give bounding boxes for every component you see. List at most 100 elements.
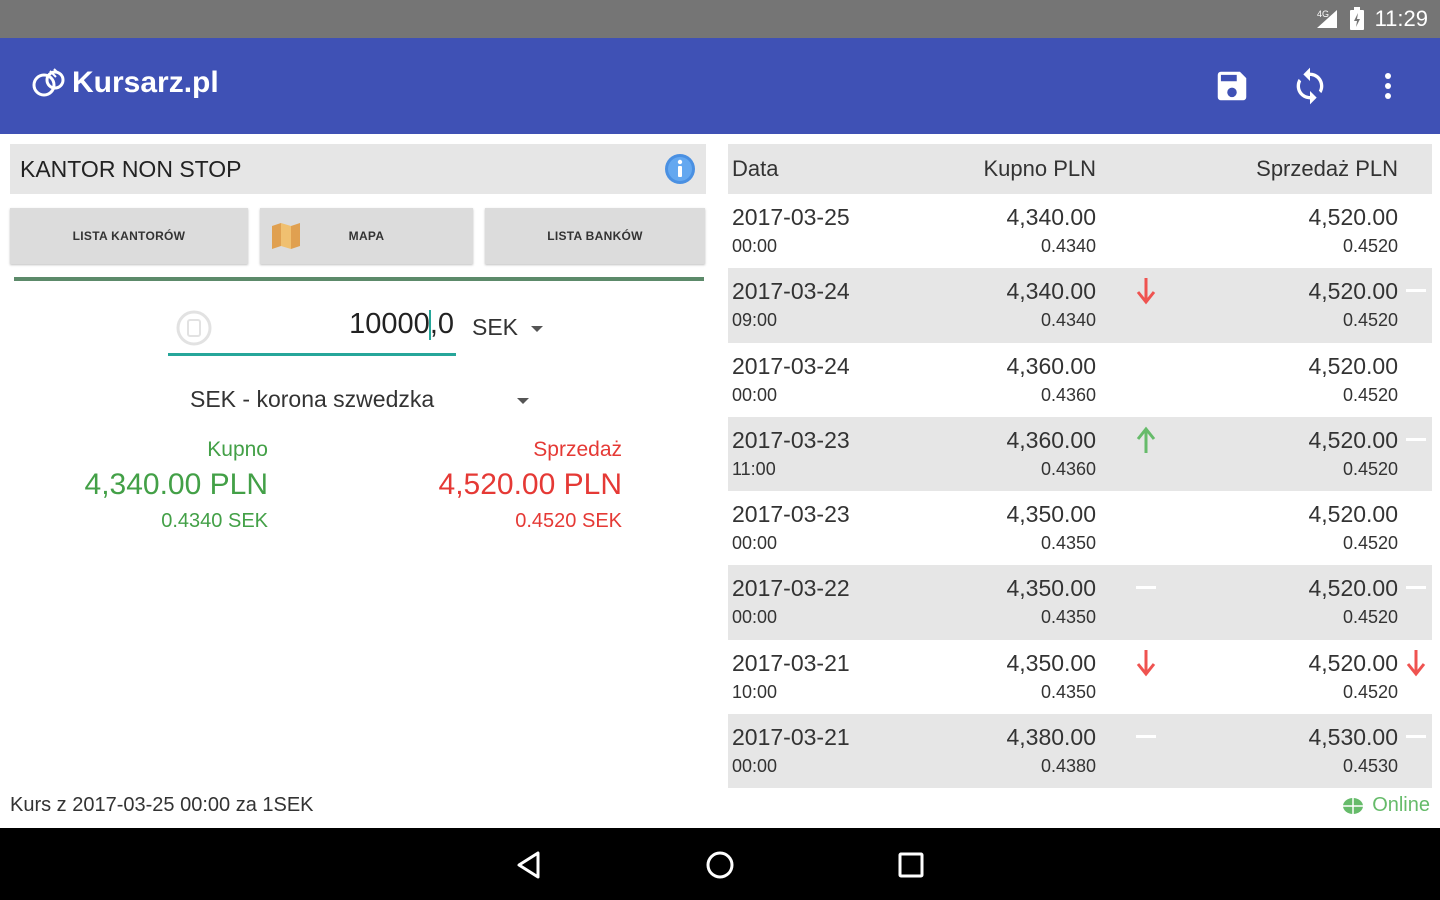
map-label: MAPA [348,229,385,243]
row-date: 2017-03-21 [732,649,850,676]
status-time: 11:29 [1374,6,1428,31]
sell-down-arrow-icon [1406,649,1426,677]
rate-note: Kurs z 2017-03-25 00:00 za 1SEK [10,794,314,816]
row-time: 11:00 [732,458,776,479]
currency-code-selector[interactable]: SEK [472,314,518,341]
row-date: 2017-03-23 [732,426,850,453]
map-icon [272,223,300,249]
system-nav-bar [0,828,1440,900]
sell-flat-icon [1406,289,1426,293]
row-buy-trend [1134,648,1158,678]
action-buttons: LISTA KANTORÓW MAPA LISTA BANKÓW [10,208,706,264]
info-icon[interactable] [664,153,696,185]
table-body[interactable]: 2017-03-25 00:00 4,340.00 0.4340 4,520.00 0.4… [728,194,1432,789]
save-button[interactable] [1210,64,1254,108]
row-date: 2017-03-22 [732,575,850,602]
row-sell-value: 4,520.00 [1308,352,1398,379]
amount-value[interactable]: 10000,0 [349,308,454,341]
row-date: 2017-03-21 [732,724,850,751]
row-sell-rate: 0.4520 [1342,236,1398,256]
sell-flat-icon [1406,735,1426,739]
app-title: Kursarz.pl [32,66,219,100]
amount-field[interactable]: 10000,0 [168,300,456,356]
row-sell-value: 4,520.00 [1308,649,1398,676]
table-row[interactable]: 2017-03-22 00:00 4,350.00 0.4350 4,520.00 0.4… [728,565,1432,640]
svg-text:4G: 4G [1317,9,1329,19]
app-title-text: Kursarz.pl [72,66,219,99]
row-buy-rate: 0.4340 [1040,236,1096,256]
buy-flat-icon [1136,586,1156,590]
chevron-down-icon[interactable] [516,396,530,406]
row-time: 10:00 [732,681,778,702]
row-buy-trend [1134,202,1158,232]
table-header: Data Kupno PLN Sprzedaż PLN [728,144,1432,194]
buy-value: 4,340.00 PLN [84,468,268,501]
row-buy-rate: 0.4380 [1040,756,1096,777]
row-buy-value: 4,340.00 [1006,278,1096,305]
row-buy-rate: 0.4340 [1040,310,1096,331]
row-buy-value: 4,360.00 [1006,426,1096,453]
row-buy-trend [1134,722,1158,752]
status-bar: 4G 11:29 [0,0,1440,38]
calculator-icon[interactable] [176,310,212,346]
row-sell-value: 4,520.00 [1308,501,1398,528]
table-row[interactable]: 2017-03-24 00:00 4,360.00 0.4360 4,520.00 0.4… [728,343,1432,417]
row-buy-value: 4,350.00 [1006,649,1096,676]
table-row[interactable]: 2017-03-25 00:00 4,340.00 0.4340 4,520.00 0.4… [728,194,1432,268]
app-logo-icon [32,68,65,97]
table-row[interactable]: 2017-03-23 00:00 4,350.00 0.4350 4,520.00 0.4… [728,491,1432,565]
currency-name-selector[interactable]: SEK - korona szwedzka [190,386,434,413]
row-buy-rate: 0.4350 [1040,607,1096,628]
row-sell-value: 4,520.00 [1308,278,1398,305]
row-sell-trend [1404,202,1428,232]
table-row[interactable]: 2017-03-23 11:00 4,360.00 0.4360 4,520.00 0.4… [728,416,1432,492]
row-sell-trend [1404,351,1428,381]
kantor-header: KANTOR NON STOP [10,144,706,194]
row-buy-rate: 0.4350 [1040,533,1096,554]
row-time: 00:00 [732,236,778,256]
table-row[interactable]: 2017-03-21 10:00 4,350.00 0.4350 4,520.00 0.4… [728,640,1432,714]
app-actions [1210,64,1410,108]
row-buy-trend [1134,276,1158,306]
row-sell-trend [1404,573,1428,603]
home-button[interactable] [703,848,737,882]
buy-label: Kupno [207,438,268,461]
header-date: Data [732,156,779,181]
kantor-name: KANTOR NON STOP [20,156,242,182]
online-status: Online [1342,794,1430,817]
table-row[interactable]: 2017-03-24 09:00 4,340.00 0.4340 4,520.00 0.4… [728,268,1432,343]
overflow-menu-button[interactable] [1366,64,1410,108]
buy-flat-icon [1136,735,1156,739]
row-sell-rate: 0.4520 [1342,681,1398,702]
row-buy-rate: 0.4360 [1040,458,1096,479]
row-sell-trend [1404,648,1428,678]
row-buy-rate: 0.4350 [1040,681,1096,702]
row-buy-value: 4,360.00 [1006,352,1096,379]
row-time: 00:00 [732,756,778,777]
refresh-icon [1296,67,1324,105]
row-sell-rate: 0.4520 [1342,458,1398,479]
chevron-down-icon[interactable] [530,324,544,334]
row-date: 2017-03-24 [732,278,850,305]
sell-flat-icon [1406,437,1426,441]
row-date: 2017-03-24 [732,352,850,379]
map-button[interactable]: MAPA [260,208,473,264]
row-date: 2017-03-25 [732,204,850,230]
recents-button[interactable] [894,848,928,882]
app-bar: Kursarz.pl [0,38,1440,134]
history-pane: Data Kupno PLN Sprzedaż PLN 2017-03-25 00… [726,134,1440,828]
list-kantors-button[interactable]: LISTA KANTORÓW [10,208,248,264]
row-sell-trend [1404,722,1428,752]
header-sell: Sprzedaż PLN [1256,156,1398,181]
save-icon [1217,71,1247,101]
battery-icon [1349,7,1364,30]
back-icon [517,851,540,879]
row-buy-value: 4,380.00 [1006,724,1096,751]
row-sell-rate: 0.4520 [1342,533,1398,554]
table-row[interactable]: 2017-03-21 00:00 4,380.00 0.4380 4,530.00 0.4… [728,714,1432,789]
list-banks-button[interactable]: LISTA BANKÓW [485,208,705,264]
refresh-button[interactable] [1288,64,1332,108]
buy-down-arrow-icon [1136,649,1156,677]
signal-icon: 4G [1316,9,1337,28]
back-button[interactable] [512,848,546,882]
